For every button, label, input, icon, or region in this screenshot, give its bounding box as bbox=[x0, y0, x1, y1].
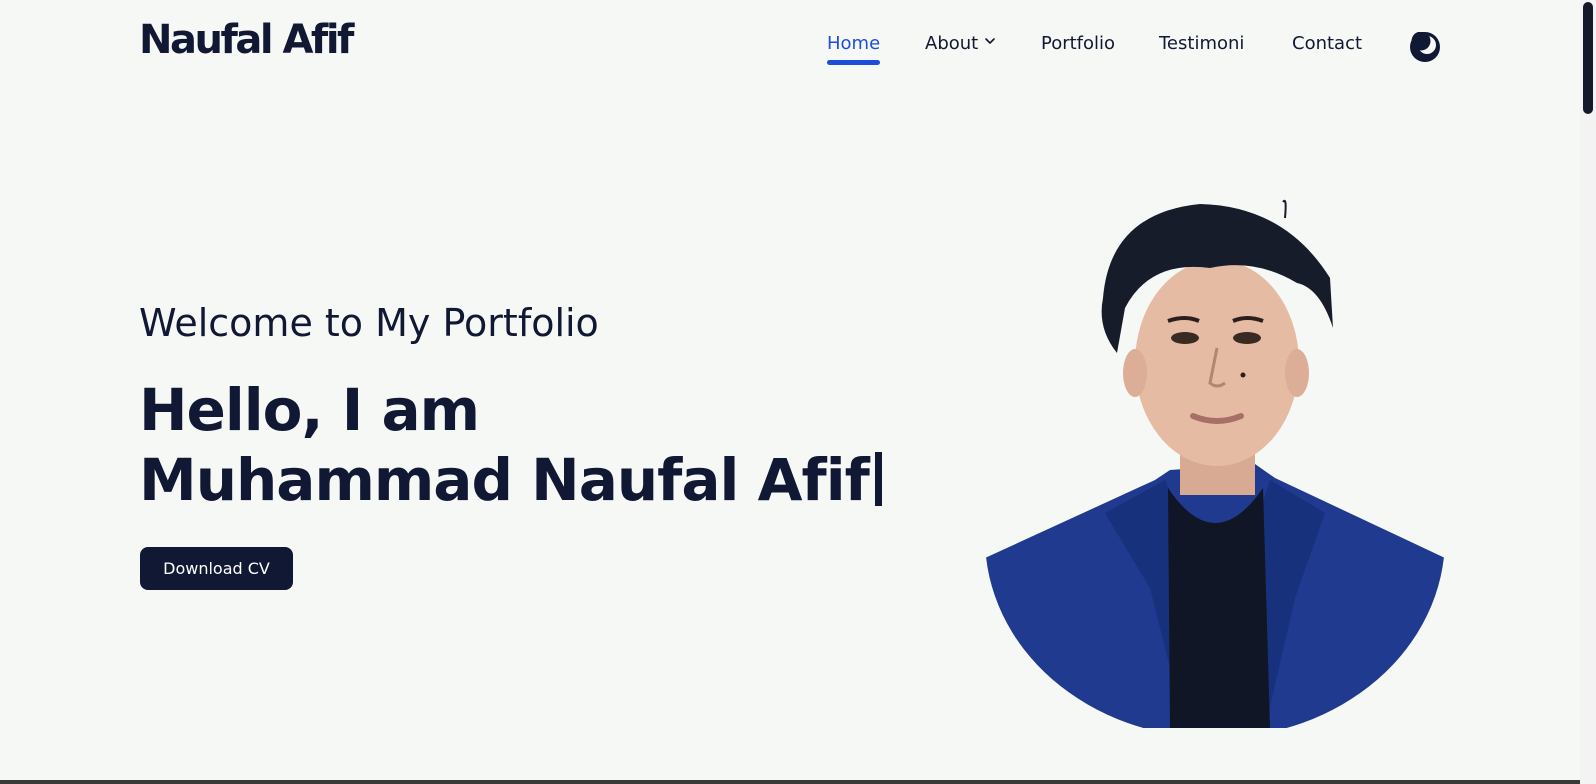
scrollbar-thumb[interactable] bbox=[1583, 2, 1593, 114]
profile-photo bbox=[985, 199, 1445, 728]
hero-name: Muhammad Naufal Afif bbox=[139, 446, 870, 514]
browser-window: Naufal Afif Home About Portfolio Testimo… bbox=[0, 0, 1596, 784]
chevron-down-icon bbox=[985, 38, 996, 44]
nav-testimoni[interactable]: Testimoni bbox=[1159, 33, 1244, 63]
active-nav-indicator bbox=[827, 60, 881, 65]
typing-cursor bbox=[874, 452, 882, 506]
portfolio-page: Naufal Afif Home About Portfolio Testimo… bbox=[0, 0, 1580, 780]
nav-home[interactable]: Home bbox=[827, 33, 881, 65]
nav-about-label: About bbox=[925, 33, 979, 54]
download-cv-button[interactable]: Download CV bbox=[140, 547, 293, 590]
nav-contact[interactable]: Contact bbox=[1292, 33, 1362, 63]
hero-headline-line2: Muhammad Naufal Afif bbox=[139, 446, 882, 514]
site-logo[interactable]: Naufal Afif bbox=[139, 17, 354, 63]
scrollbar[interactable] bbox=[1580, 0, 1596, 784]
nav-portfolio[interactable]: Portfolio bbox=[1041, 33, 1115, 63]
nav-home-label: Home bbox=[827, 33, 881, 54]
nav-about[interactable]: About bbox=[925, 33, 996, 63]
hero-headline-line1: Hello, I am bbox=[139, 376, 480, 444]
welcome-text: Welcome to My Portfolio bbox=[139, 301, 599, 345]
moon-icon[interactable] bbox=[1410, 32, 1440, 62]
